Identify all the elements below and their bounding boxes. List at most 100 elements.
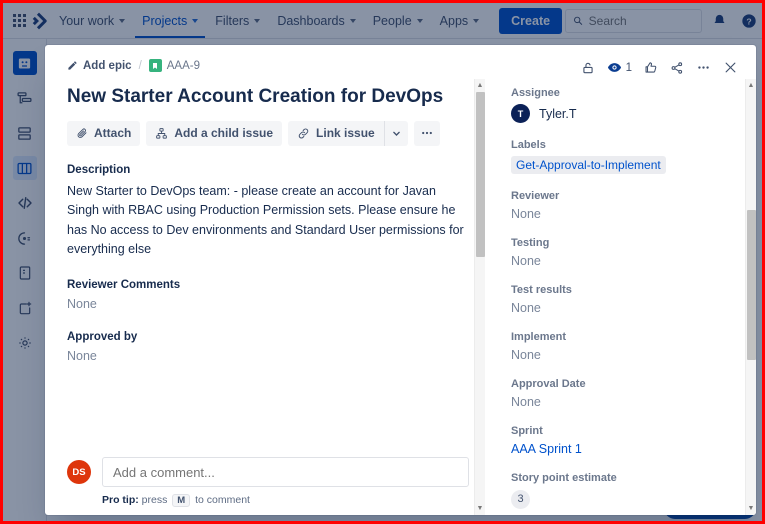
reviewer-comments-label: Reviewer Comments <box>67 279 181 292</box>
assignee-name: Tyler.T <box>539 106 577 121</box>
add-comment-area: DS Pro tip: press M to comment <box>67 446 495 515</box>
field-reviewer-label: Reviewer <box>511 190 560 202</box>
watch-button[interactable]: 1 <box>607 60 632 75</box>
pro-tip-mid: press <box>141 494 168 506</box>
like-button[interactable] <box>644 61 658 75</box>
add-child-issue-label: Add a child issue <box>174 126 274 141</box>
label-chip[interactable]: Get-Approval-to-Implement <box>511 156 666 174</box>
pro-tip-prefix: Pro tip: <box>102 494 139 506</box>
link-issue-label: Link issue <box>316 126 375 141</box>
modal-body: New Starter Account Creation for DevOps … <box>45 79 756 515</box>
link-issue-split: Link issue <box>288 120 408 146</box>
scroll-up-arrow[interactable]: ▲ <box>746 79 756 92</box>
pro-tip-suffix: to comment <box>195 494 250 506</box>
issue-more-actions-button[interactable] <box>413 120 440 146</box>
field-labels-label: Labels <box>511 139 546 151</box>
share-icon <box>671 61 683 74</box>
field-test-results-label: Test results <box>511 284 572 296</box>
link-issue-dropdown[interactable] <box>383 120 408 146</box>
approved-by-value[interactable]: None <box>67 349 469 363</box>
field-test-results-value[interactable]: None <box>511 301 730 315</box>
add-comment-input[interactable] <box>102 457 469 487</box>
main-column-scrollbar[interactable]: ▲ ▼ <box>474 79 485 515</box>
description-label: Description <box>67 163 131 176</box>
child-issue-icon <box>156 127 168 139</box>
field-approval-date: Approval Date None <box>511 378 730 409</box>
story-icon <box>148 59 162 72</box>
field-reviewer: Reviewer None <box>511 190 730 221</box>
field-test-results: Test results None <box>511 284 730 315</box>
scroll-track[interactable] <box>746 92 756 502</box>
description-value[interactable]: New Starter to DevOps team: - please cre… <box>67 182 469 260</box>
scroll-thumb[interactable] <box>476 92 485 257</box>
field-sprint-value[interactable]: AAA Sprint 1 <box>511 442 730 456</box>
attach-button[interactable]: Attach <box>67 120 141 146</box>
page-title: New Starter Account Creation for DevOps <box>67 86 444 107</box>
eye-icon <box>607 63 621 72</box>
field-labels: Labels Get-Approval-to-Implement <box>511 139 730 174</box>
description-field: Description New Starter to DevOps team: … <box>67 164 469 260</box>
thumbs-up-icon <box>645 61 657 73</box>
ellipsis-icon <box>421 132 432 135</box>
more-actions-button[interactable] <box>696 60 711 75</box>
issue-sidebar-scroll: Assignee T Tyler.T Labels Get-Approval-t… <box>495 79 756 515</box>
field-story-points-value[interactable]: 3 <box>511 489 530 509</box>
issue-detail-modal: Add epic / AAA-9 1 New Starter Account C… <box>45 45 756 515</box>
pro-tip: Pro tip: press M to comment <box>102 494 469 507</box>
field-assignee-label: Assignee <box>511 87 560 99</box>
share-button[interactable] <box>670 61 684 75</box>
screen: Your work Projects Filters Dashboards Pe… <box>0 0 765 524</box>
scroll-down-arrow[interactable]: ▼ <box>475 502 485 515</box>
close-button[interactable] <box>723 60 738 75</box>
breadcrumb: Add epic / AAA-9 <box>67 59 200 72</box>
breadcrumb-issue-link[interactable]: AAA-9 <box>148 59 201 72</box>
issue-key: AAA-9 <box>166 59 201 72</box>
add-epic-label: Add epic <box>83 59 132 72</box>
issue-sidebar-column: Assignee T Tyler.T Labels Get-Approval-t… <box>495 79 756 515</box>
pro-tip-keycap: M <box>172 494 191 507</box>
field-approval-date-value[interactable]: None <box>511 395 730 409</box>
attach-label: Attach <box>94 126 132 141</box>
close-icon <box>725 62 736 73</box>
scroll-down-arrow[interactable]: ▼ <box>746 502 756 515</box>
ellipsis-icon <box>698 66 709 69</box>
field-sprint: Sprint AAA Sprint 1 <box>511 425 730 456</box>
field-story-points-label: Story point estimate <box>511 472 617 484</box>
unlock-button[interactable] <box>581 61 595 75</box>
field-testing-label: Testing <box>511 237 550 249</box>
reviewer-comments-value[interactable]: None <box>67 297 469 311</box>
paperclip-icon <box>77 128 87 139</box>
scroll-up-arrow[interactable]: ▲ <box>475 79 485 92</box>
pencil-icon <box>68 61 77 70</box>
issue-main-column: New Starter Account Creation for DevOps … <box>45 79 495 515</box>
comment-row: DS <box>67 457 469 487</box>
add-epic-button[interactable]: Add epic <box>67 60 132 72</box>
sidebar-column-scrollbar[interactable]: ▲ ▼ <box>745 79 756 515</box>
field-assignee: Assignee T Tyler.T <box>511 87 730 123</box>
reviewer-comments-field: Reviewer Comments None <box>67 279 469 311</box>
link-icon <box>298 128 309 139</box>
field-testing-value[interactable]: None <box>511 254 730 268</box>
scroll-thumb[interactable] <box>747 210 756 360</box>
watch-count: 1 <box>625 61 632 74</box>
chevron-down-icon <box>392 131 400 136</box>
field-reviewer-value[interactable]: None <box>511 207 730 221</box>
issue-main-scroll: New Starter Account Creation for DevOps … <box>67 79 495 446</box>
field-testing: Testing None <box>511 237 730 268</box>
link-issue-button[interactable]: Link issue <box>288 121 384 146</box>
breadcrumb-separator: / <box>138 59 142 72</box>
modal-header-actions: 1 <box>581 59 738 75</box>
field-sprint-label: Sprint <box>511 425 543 437</box>
scroll-track[interactable] <box>475 92 485 502</box>
avatar: T <box>511 104 530 123</box>
approved-by-field: Approved by None <box>67 331 469 363</box>
field-assignee-value[interactable]: T Tyler.T <box>511 104 730 123</box>
add-child-issue-button[interactable]: Add a child issue <box>146 120 283 146</box>
modal-header: Add epic / AAA-9 1 <box>45 45 756 79</box>
field-implement-value[interactable]: None <box>511 348 730 362</box>
unlock-icon <box>582 62 593 73</box>
field-implement: Implement None <box>511 331 730 362</box>
issue-action-bar: Attach Add a child issue Link issue <box>67 120 469 146</box>
avatar: DS <box>67 460 91 484</box>
field-implement-label: Implement <box>511 331 567 343</box>
